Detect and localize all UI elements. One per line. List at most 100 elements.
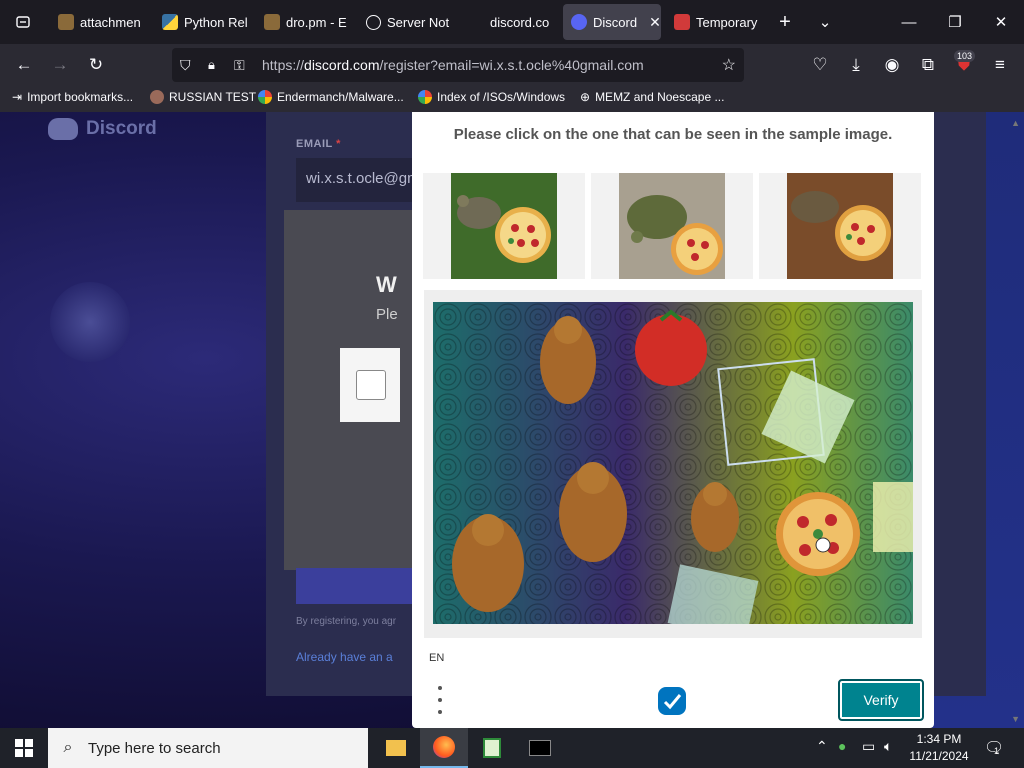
terminal-app[interactable] — [516, 728, 564, 768]
sample-turtle-pizza-grass — [451, 173, 557, 279]
bookmark-russian-test[interactable]: RUSSIAN TEST — [150, 90, 256, 104]
required-marker: * — [336, 138, 341, 150]
volume-icon[interactable]: 🔈︎ — [884, 738, 892, 755]
list-all-tabs-icon[interactable] — [0, 0, 46, 44]
tab-python[interactable]: Python Rel — [154, 4, 254, 40]
bookmark-memz[interactable]: ⊕ MEMZ and Noescape ... — [580, 90, 724, 104]
tab-discord-active[interactable]: Discord ✕ — [563, 4, 661, 40]
info-icon — [366, 14, 381, 30]
firefox-icon — [433, 736, 455, 758]
windows-icon — [15, 739, 33, 757]
more-options-icon[interactable] — [432, 686, 448, 714]
bookmark-isos[interactable]: Index of /ISOs/Windows — [418, 90, 565, 104]
menu-icon[interactable]: ≡ — [984, 49, 1016, 81]
verify-button[interactable]: Verify — [838, 679, 924, 721]
show-hidden-icons-icon[interactable]: ⌃ — [816, 738, 828, 755]
address-bar[interactable]: ⛉ 🔒︎ ⚿ https://discord.com/register?emai… — [172, 48, 744, 82]
login-link[interactable]: Already have an a — [296, 650, 393, 664]
lock-icon[interactable]: 🔒︎ — [208, 57, 215, 73]
modal-subtitle: Ple — [376, 306, 398, 323]
search-placeholder: Type here to search — [88, 739, 221, 757]
extensions-icon[interactable]: ⧉ — [912, 49, 944, 81]
sample-turtle-pizza-table — [787, 173, 893, 279]
folder-icon — [386, 740, 406, 756]
back-icon[interactable]: ← — [8, 49, 40, 81]
tab-label: Temporary — [696, 14, 758, 30]
terms-text: By registering, you agr — [296, 616, 397, 627]
notepad-app[interactable] — [468, 728, 516, 768]
tab-attachments[interactable]: attachmen — [50, 4, 150, 40]
click-marker — [815, 537, 831, 553]
tab-dropm[interactable]: dro.pm - E — [256, 4, 356, 40]
challenge-image[interactable] — [433, 302, 913, 624]
email-label: EMAIL * — [296, 138, 341, 150]
pizza-target — [776, 492, 860, 576]
shield-icon[interactable]: ⛉ — [180, 57, 191, 74]
tab-label: attachmen — [80, 14, 141, 30]
google-icon — [418, 90, 432, 104]
url-host: discord.com — [304, 57, 380, 73]
clock-date: 11/21/2024 — [909, 749, 969, 763]
url-path: /register?email=wi.x.s.t.ocle%40gmail.co… — [379, 57, 644, 73]
reload-icon[interactable]: ↻ — [80, 49, 112, 81]
tab-label: Server Not — [387, 14, 450, 30]
close-window-icon[interactable]: ✕ — [978, 0, 1024, 44]
search-icon: ⌕ — [63, 739, 73, 756]
file-explorer-app[interactable] — [372, 728, 420, 768]
clock-time: 1:34 PM — [916, 732, 962, 746]
notification-count: 1 — [994, 746, 1000, 756]
url-text[interactable]: https://discord.com/register?email=wi.x.… — [262, 57, 644, 73]
bookmark-label: MEMZ and Noescape ... — [595, 90, 725, 104]
sample-turtle-pizza-tiles — [619, 173, 725, 279]
modal-title: W — [376, 272, 397, 297]
bookmark-import[interactable]: ⇥ Import bookmarks... — [12, 90, 133, 104]
clock[interactable]: 1:34 PM 11/21/2024 — [906, 731, 972, 765]
navigation-toolbar: ← → ↻ ⛉ 🔒︎ ⚿ https://discord.com/registe… — [0, 44, 1024, 86]
challenge-prompt: Please click on the one that can be seen… — [453, 126, 893, 143]
mail-icon — [674, 14, 690, 30]
bookmark-label: RUSSIAN TEST — [169, 90, 257, 104]
pocket-icon[interactable]: ♡ — [804, 49, 836, 81]
hcaptcha-checkbox-widget — [340, 348, 400, 422]
bookmark-endermanch[interactable]: Endermanch/Malware... — [258, 90, 404, 104]
bookmarks-toolbar: ⇥ Import bookmarks... RUSSIAN TEST Ender… — [0, 86, 1024, 112]
minimize-icon[interactable]: — — [886, 0, 932, 44]
hcaptcha-checkbox[interactable] — [356, 370, 386, 400]
forward-icon[interactable]: → — [44, 49, 76, 81]
key-icon[interactable]: ⚿ — [234, 57, 245, 74]
sample-image-1 — [423, 173, 585, 279]
discord-logo: Discord — [48, 118, 157, 140]
taskbar-search-box[interactable]: ⌕ Type here to search — [48, 728, 368, 768]
windows-taskbar: ⌕ Type here to search ⌃ ● ▭ 🔈︎ 1:34 PM 1… — [0, 728, 1024, 768]
decorative-orb — [50, 282, 130, 362]
language-selector[interactable]: EN — [429, 652, 444, 664]
tab-label: dro.pm - E — [286, 14, 347, 30]
network-icon[interactable]: ▭ — [862, 738, 875, 755]
extension-badge: 103 — [954, 50, 976, 62]
globe-icon: ⊕ — [580, 90, 591, 104]
notepad-icon — [483, 738, 501, 758]
user-icon[interactable]: ● — [838, 738, 846, 754]
bookmark-label: Index of /ISOs/Windows — [437, 90, 566, 104]
firefox-app[interactable] — [420, 728, 468, 768]
bookmark-star-icon[interactable]: ☆ — [722, 55, 736, 75]
folder-icon — [58, 14, 74, 30]
restore-icon[interactable]: ❐ — [932, 0, 978, 44]
scroll-up-arrow-icon[interactable]: ▲ — [1011, 118, 1020, 128]
scroll-down-arrow-icon[interactable]: ▼ — [1011, 714, 1020, 724]
tab-label: Python Rel — [184, 14, 248, 30]
email-label-text: EMAIL — [296, 138, 333, 150]
terminal-icon — [529, 740, 551, 756]
downloads-icon[interactable]: ⤓ — [840, 49, 872, 81]
discord-icon — [571, 14, 587, 30]
start-button[interactable] — [0, 728, 48, 768]
tab-discord-com[interactable]: discord.co — [460, 4, 560, 40]
sample-image-2 — [591, 173, 753, 279]
discord-logo-icon — [48, 118, 78, 140]
url-prefix: https:// — [262, 57, 305, 73]
close-tab-icon[interactable]: ✕ — [649, 14, 661, 31]
tab-temporary[interactable]: Temporary — [666, 4, 766, 40]
chevron-down-icon[interactable]: ⌄ — [802, 0, 848, 44]
account-icon[interactable]: ◉ — [876, 49, 908, 81]
tab-server-not-found[interactable]: Server Not — [358, 4, 458, 40]
